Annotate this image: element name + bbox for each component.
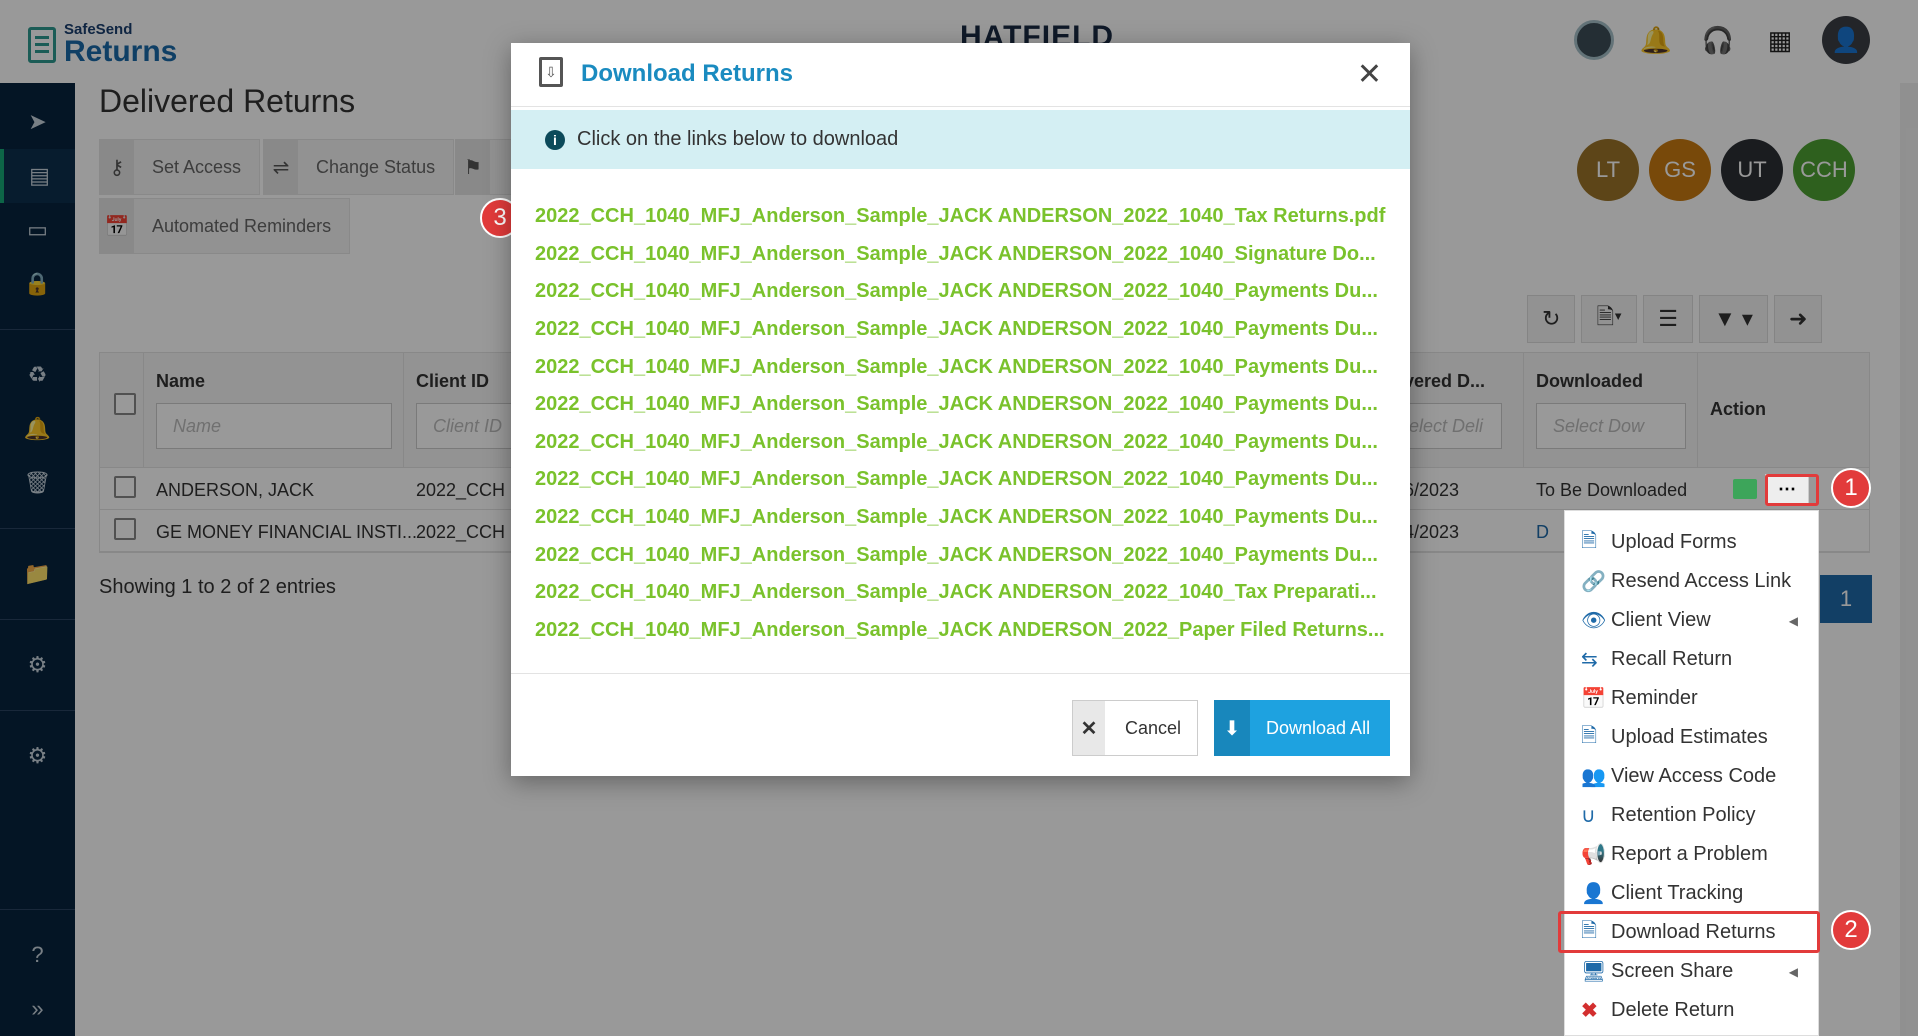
info-banner: i Click on the links below to download — [511, 110, 1410, 169]
menu-screen-share[interactable]: 🖥 Screen Share ◀ — [1565, 952, 1818, 991]
menu-retention-policy[interactable]: ∪ Retention Policy — [1565, 796, 1818, 835]
menu-report-a-problem[interactable]: 📢 Report a Problem — [1565, 835, 1818, 874]
modal-footer-divider — [511, 673, 1410, 674]
callout-badge-2: 2 — [1831, 910, 1871, 950]
download-link[interactable]: 2022_CCH_1040_MFJ_Anderson_Sample_JACK A… — [535, 574, 1395, 612]
menu-view-access-code[interactable]: 👥 View Access Code — [1565, 757, 1818, 796]
menu-recall-return[interactable]: ⇆ Recall Return — [1565, 640, 1818, 679]
download-links-list: 2022_CCH_1040_MFJ_Anderson_Sample_JACK A… — [535, 198, 1395, 649]
info-text: Click on the links below to download — [577, 128, 899, 150]
megaphone-icon: 📢 — [1581, 844, 1606, 866]
download-link[interactable]: 2022_CCH_1040_MFJ_Anderson_Sample_JACK A… — [535, 461, 1395, 499]
menu-upload-estimates[interactable]: 🗎 Upload Estimates — [1565, 718, 1818, 757]
callout-badge-1: 1 — [1831, 468, 1871, 508]
modal-title: Download Returns — [581, 60, 794, 87]
link-icon: 🔗 — [1581, 571, 1606, 593]
x-icon: ✕ — [1073, 701, 1105, 755]
download-link[interactable]: 2022_CCH_1040_MFJ_Anderson_Sample_JACK A… — [535, 236, 1395, 274]
download-link[interactable]: 2022_CCH_1040_MFJ_Anderson_Sample_JACK A… — [535, 499, 1395, 537]
menu-client-tracking[interactable]: 👤 Client Tracking — [1565, 874, 1818, 913]
callout-highlight-1 — [1765, 474, 1819, 506]
download-icon: ⬇ — [1214, 700, 1250, 756]
callout-highlight-2 — [1558, 911, 1820, 953]
caret-left-icon: ◀ — [1788, 613, 1798, 628]
menu-client-view[interactable]: 👁 Client View ◀ — [1565, 601, 1818, 640]
download-link[interactable]: 2022_CCH_1040_MFJ_Anderson_Sample_JACK A… — [535, 198, 1395, 236]
download-returns-modal: ⇩ Download Returns ✕ i Click on the link… — [511, 43, 1410, 776]
menu-reminder[interactable]: 📅 Reminder — [1565, 679, 1818, 718]
x-icon: ✖ — [1581, 1000, 1598, 1022]
menu-delete-return[interactable]: ✖ Delete Return — [1565, 991, 1818, 1030]
magnet-icon: ∪ — [1581, 805, 1596, 827]
client-card-icon[interactable] — [1733, 479, 1757, 499]
caret-left-icon: ◀ — [1788, 964, 1798, 979]
modal-header: ⇩ Download Returns ✕ — [511, 43, 1410, 107]
download-link[interactable]: 2022_CCH_1040_MFJ_Anderson_Sample_JACK A… — [535, 612, 1395, 650]
eye-icon: 👁 — [1581, 610, 1607, 632]
actions-context-menu: 🗎 Upload Forms 🔗 Resend Access Link 👁 Clien… — [1564, 510, 1819, 1036]
user-clock-icon: 👤 — [1581, 883, 1606, 905]
download-link[interactable]: 2022_CCH_1040_MFJ_Anderson_Sample_JACK A… — [535, 536, 1395, 574]
monitor-icon: 🖥 — [1581, 961, 1607, 983]
download-link[interactable]: 2022_CCH_1040_MFJ_Anderson_Sample_JACK A… — [535, 273, 1395, 311]
menu-resend-access-link[interactable]: 🔗 Resend Access Link — [1565, 562, 1818, 601]
menu-upload-forms[interactable]: 🗎 Upload Forms — [1565, 523, 1818, 562]
download-link[interactable]: 2022_CCH_1040_MFJ_Anderson_Sample_JACK A… — [535, 311, 1395, 349]
download-link[interactable]: 2022_CCH_1040_MFJ_Anderson_Sample_JACK A… — [535, 424, 1395, 462]
download-file-icon: ⇩ — [539, 57, 563, 87]
upload-file-icon: 🗎 — [1581, 529, 1598, 552]
recall-icon: ⇆ — [1581, 649, 1598, 671]
cancel-button[interactable]: ✕ Cancel — [1072, 700, 1198, 756]
info-icon: i — [545, 129, 565, 150]
close-icon[interactable]: ✕ — [1357, 57, 1382, 92]
download-all-button[interactable]: ⬇ Download All — [1214, 700, 1390, 756]
users-lock-icon: 👥 — [1581, 766, 1606, 788]
calendar-icon: 📅 — [1581, 688, 1606, 710]
download-link[interactable]: 2022_CCH_1040_MFJ_Anderson_Sample_JACK A… — [535, 348, 1395, 386]
download-link[interactable]: 2022_CCH_1040_MFJ_Anderson_Sample_JACK A… — [535, 386, 1395, 424]
upload-estimates-icon: 🗎 — [1581, 724, 1598, 747]
